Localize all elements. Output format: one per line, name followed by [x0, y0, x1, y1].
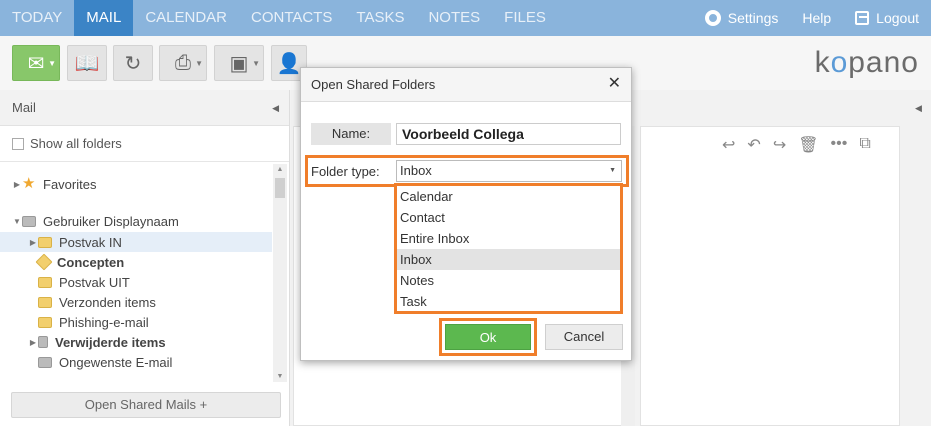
help-button[interactable]: Help [790, 10, 843, 26]
gear-icon [704, 10, 721, 26]
reading-toolbar: ↩ ↶ ↪ 🗑 ••• ⧉ [722, 135, 871, 155]
sent-folder-icon [38, 296, 52, 308]
chevron-down-icon: ▼ [48, 58, 56, 68]
collapse-arrow-icon[interactable]: ▼ [12, 217, 22, 226]
folder-scrollbar[interactable]: ▲ ▼ [273, 164, 287, 382]
folder-panel: Mail ◀ Show all folders ▶ ★ Favorites ▼ … [0, 90, 290, 426]
ok-button[interactable]: Ok [445, 324, 531, 350]
folder-icon [38, 236, 52, 248]
tab-mail[interactable]: MAIL [74, 0, 134, 36]
collapse-left-icon[interactable]: ◀ [272, 90, 279, 126]
tab-tasks[interactable]: TASKS [344, 0, 416, 36]
option-notes[interactable]: Notes [397, 270, 620, 291]
tree-item-postvak-in[interactable]: ▶ Postvak IN [0, 232, 272, 252]
reply-all-icon[interactable]: ↶ [747, 135, 760, 155]
help-label: Help [802, 10, 832, 26]
nav-right-group: Settings Help Logout [693, 0, 931, 36]
folder-tree: ▶ ★ Favorites ▼ Gebruiker Displaynaam ▶ … [0, 164, 272, 382]
tree-item-favorites[interactable]: ▶ ★ Favorites [0, 174, 272, 194]
settings-label: Settings [727, 10, 779, 26]
logout-icon [855, 11, 870, 25]
folder-type-value: Inbox [400, 163, 432, 178]
refresh-button[interactable]: ↻ [113, 45, 153, 81]
tab-notes[interactable]: NOTES [416, 0, 492, 36]
folder-icon [38, 316, 52, 328]
kopano-logo: kopano [814, 46, 919, 79]
scroll-up-icon[interactable]: ▲ [273, 166, 287, 173]
folder-type-dropdown: Calendar Contact Entire Inbox Inbox Note… [394, 183, 623, 314]
option-contact[interactable]: Contact [397, 207, 620, 228]
contact-card-icon: 👤 [276, 52, 302, 75]
outbox-icon [38, 276, 52, 288]
tree-item-phishing[interactable]: Phishing-e-mail [0, 312, 272, 332]
tree-item-ongewenst[interactable]: Ongewenste E-mail [0, 352, 272, 372]
collapse-right-icon[interactable]: ◀ [915, 103, 922, 114]
layout-icon: ▣ [229, 52, 249, 75]
expand-arrow-icon[interactable]: ▶ [12, 180, 22, 189]
tab-contacts[interactable]: CONTACTS [239, 0, 344, 36]
open-shared-folders-dialog: Open Shared Folders ✕ Name: Voorbeeld Co… [300, 67, 632, 361]
envelope-plus-icon: ✉ [27, 52, 45, 75]
junk-icon [38, 356, 52, 368]
logout-button[interactable]: Logout [843, 10, 931, 26]
ok-highlight: Ok [439, 318, 537, 356]
forward-icon[interactable]: ↪ [773, 135, 786, 155]
dialog-header: Open Shared Folders ✕ [301, 68, 631, 102]
close-icon[interactable]: ✕ [608, 76, 621, 92]
option-entire-inbox[interactable]: Entire Inbox [397, 228, 620, 249]
logout-label: Logout [876, 10, 919, 26]
dialog-title: Open Shared Folders [311, 77, 436, 92]
reply-icon[interactable]: ↩ [722, 135, 735, 155]
cancel-button[interactable]: Cancel [545, 324, 623, 350]
chevron-down-icon: ▼ [252, 58, 260, 68]
refresh-icon: ↻ [124, 52, 142, 75]
chevron-down-icon[interactable]: ▼ [609, 161, 616, 181]
view-button[interactable]: ▣ ▼ [214, 45, 264, 81]
scroll-thumb[interactable] [275, 178, 285, 198]
tree-item-verwijderd[interactable]: ▶ Verwijderde items [0, 332, 272, 352]
trash-icon [38, 336, 48, 348]
tree-item-postvak-uit[interactable]: Postvak UIT [0, 272, 272, 292]
option-calendar[interactable]: Calendar [397, 186, 620, 207]
tab-today[interactable]: TODAY [0, 0, 74, 36]
tab-files[interactable]: FILES [492, 0, 558, 36]
print-button[interactable]: ⎙ ▼ [159, 45, 207, 81]
scroll-down-icon[interactable]: ▼ [273, 373, 287, 380]
star-icon: ★ [22, 175, 36, 192]
expand-arrow-icon[interactable]: ▶ [28, 238, 38, 247]
pencil-icon [35, 253, 53, 271]
delete-icon[interactable]: 🗑 [798, 135, 818, 155]
inbox-tray-icon [22, 215, 36, 227]
reading-pane [640, 126, 900, 426]
address-book-button[interactable]: 📖 [67, 45, 107, 81]
folder-type-label: Folder type: [311, 163, 380, 179]
folder-type-select[interactable]: Inbox ▼ [396, 160, 622, 182]
name-row: Name: Voorbeeld Collega [311, 123, 621, 145]
tree-item-concepten[interactable]: Concepten [0, 252, 272, 272]
option-task[interactable]: Task [397, 291, 620, 312]
new-mail-button[interactable]: ✉ ▼ [12, 45, 60, 81]
top-navigation: TODAY MAIL CALENDAR CONTACTS TASKS NOTES… [0, 0, 931, 36]
book-icon: 📖 [74, 52, 100, 75]
name-label: Name: [311, 123, 391, 145]
printer-icon: ⎙ [175, 51, 191, 74]
open-shared-mails-button[interactable]: Open Shared Mails + [11, 392, 281, 418]
chevron-down-icon: ▼ [195, 58, 203, 68]
popout-icon[interactable]: ⧉ [859, 135, 870, 155]
tree-item-verzonden[interactable]: Verzonden items [0, 292, 272, 312]
name-input[interactable]: Voorbeeld Collega [396, 123, 621, 145]
panel-title: Mail ◀ [0, 90, 289, 126]
settings-button[interactable]: Settings [693, 10, 791, 26]
tab-calendar[interactable]: CALENDAR [133, 0, 239, 36]
tree-item-account[interactable]: ▼ Gebruiker Displaynaam [0, 211, 272, 231]
expand-arrow-icon[interactable]: ▶ [28, 338, 38, 347]
show-all-checkbox[interactable] [12, 137, 24, 150]
show-all-label: Show all folders [30, 136, 122, 151]
option-inbox[interactable]: Inbox [397, 249, 620, 270]
show-all-folders-toggle[interactable]: Show all folders [0, 126, 289, 162]
more-icon[interactable]: ••• [831, 135, 848, 155]
